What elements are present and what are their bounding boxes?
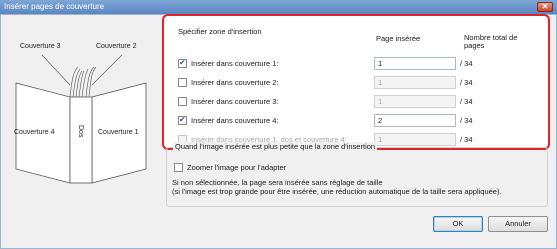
- close-button[interactable]: ✕: [537, 2, 553, 12]
- zoom-label: Zoomer l'image pour l'adapter: [187, 163, 287, 172]
- cover4-page-input[interactable]: 2: [374, 114, 456, 127]
- zoom-note: Si non sélectionnée, la page sera inséré…: [172, 178, 544, 196]
- label-spine: Dos: [77, 125, 84, 138]
- cover3-label: Insérer dans couverture 3:: [191, 97, 279, 106]
- row-cover2: Insérer dans couverture 2: 1 / 34: [178, 76, 538, 90]
- insertion-zone-group: Spécifier zone d'insertion Page insérée …: [162, 14, 550, 150]
- cover-illustration: Couverture 3 Couverture 2 Couverture 4 C…: [12, 43, 154, 203]
- cover4-checkbox[interactable]: [178, 115, 187, 125]
- cover1-checkbox[interactable]: [178, 58, 187, 68]
- cover1-page-input[interactable]: 1: [374, 57, 456, 70]
- zoom-checkbox[interactable]: [174, 163, 183, 172]
- cover1-total: / 34: [460, 59, 473, 68]
- cover3-page-input[interactable]: 1: [374, 95, 456, 108]
- cover-all-total: / 34: [460, 135, 473, 144]
- smaller-image-group: [166, 147, 548, 207]
- label-cover4: Couverture 4: [14, 129, 55, 136]
- label-cover2: Couverture 2: [96, 43, 137, 50]
- cover2-total: / 34: [460, 78, 473, 87]
- cover4-total: / 34: [460, 116, 473, 125]
- row-cover4: Insérer dans couverture 4: 2 / 34: [178, 114, 538, 128]
- cover3-total: / 34: [460, 97, 473, 106]
- cover-all-page-input[interactable]: 1: [374, 133, 456, 146]
- cover1-label: Insérer dans couverture 1:: [191, 59, 279, 68]
- window-title: Insérer pages de couverture: [4, 2, 105, 11]
- header-total-pages: Nombre total de pages: [464, 33, 518, 50]
- book-diagram: [15, 54, 147, 184]
- zone-title: Spécifier zone d'insertion: [178, 27, 262, 36]
- close-icon: ✕: [541, 2, 549, 11]
- ok-button[interactable]: OK: [433, 216, 483, 232]
- label-cover1: Couverture 1: [98, 129, 139, 136]
- cover2-checkbox[interactable]: [178, 78, 187, 87]
- cover2-page-input[interactable]: 1: [374, 76, 456, 89]
- row-cover1: Insérer dans couverture 1: 1 / 34: [178, 57, 538, 71]
- window-titlebar: Insérer pages de couverture ✕: [0, 0, 557, 14]
- zoom-note-line1: Si non sélectionnée, la page sera inséré…: [172, 178, 383, 187]
- smaller-image-legend: Quand l'image insérée est plus petite qu…: [173, 142, 378, 151]
- zoom-note-line2: (si l'image est trop grande pour être in…: [172, 187, 502, 196]
- label-cover3: Couverture 3: [20, 43, 61, 50]
- row-cover3: Insérer dans couverture 3: 1 / 34: [178, 95, 538, 109]
- cancel-button[interactable]: Annuler: [488, 216, 548, 232]
- cover2-label: Insérer dans couverture 2:: [191, 78, 279, 87]
- zoom-row: Zoomer l'image pour l'adapter: [174, 162, 374, 174]
- header-page-inserted: Page insérée: [376, 34, 421, 43]
- cover3-checkbox[interactable]: [178, 97, 187, 106]
- cover4-label: Insérer dans couverture 4:: [191, 116, 279, 125]
